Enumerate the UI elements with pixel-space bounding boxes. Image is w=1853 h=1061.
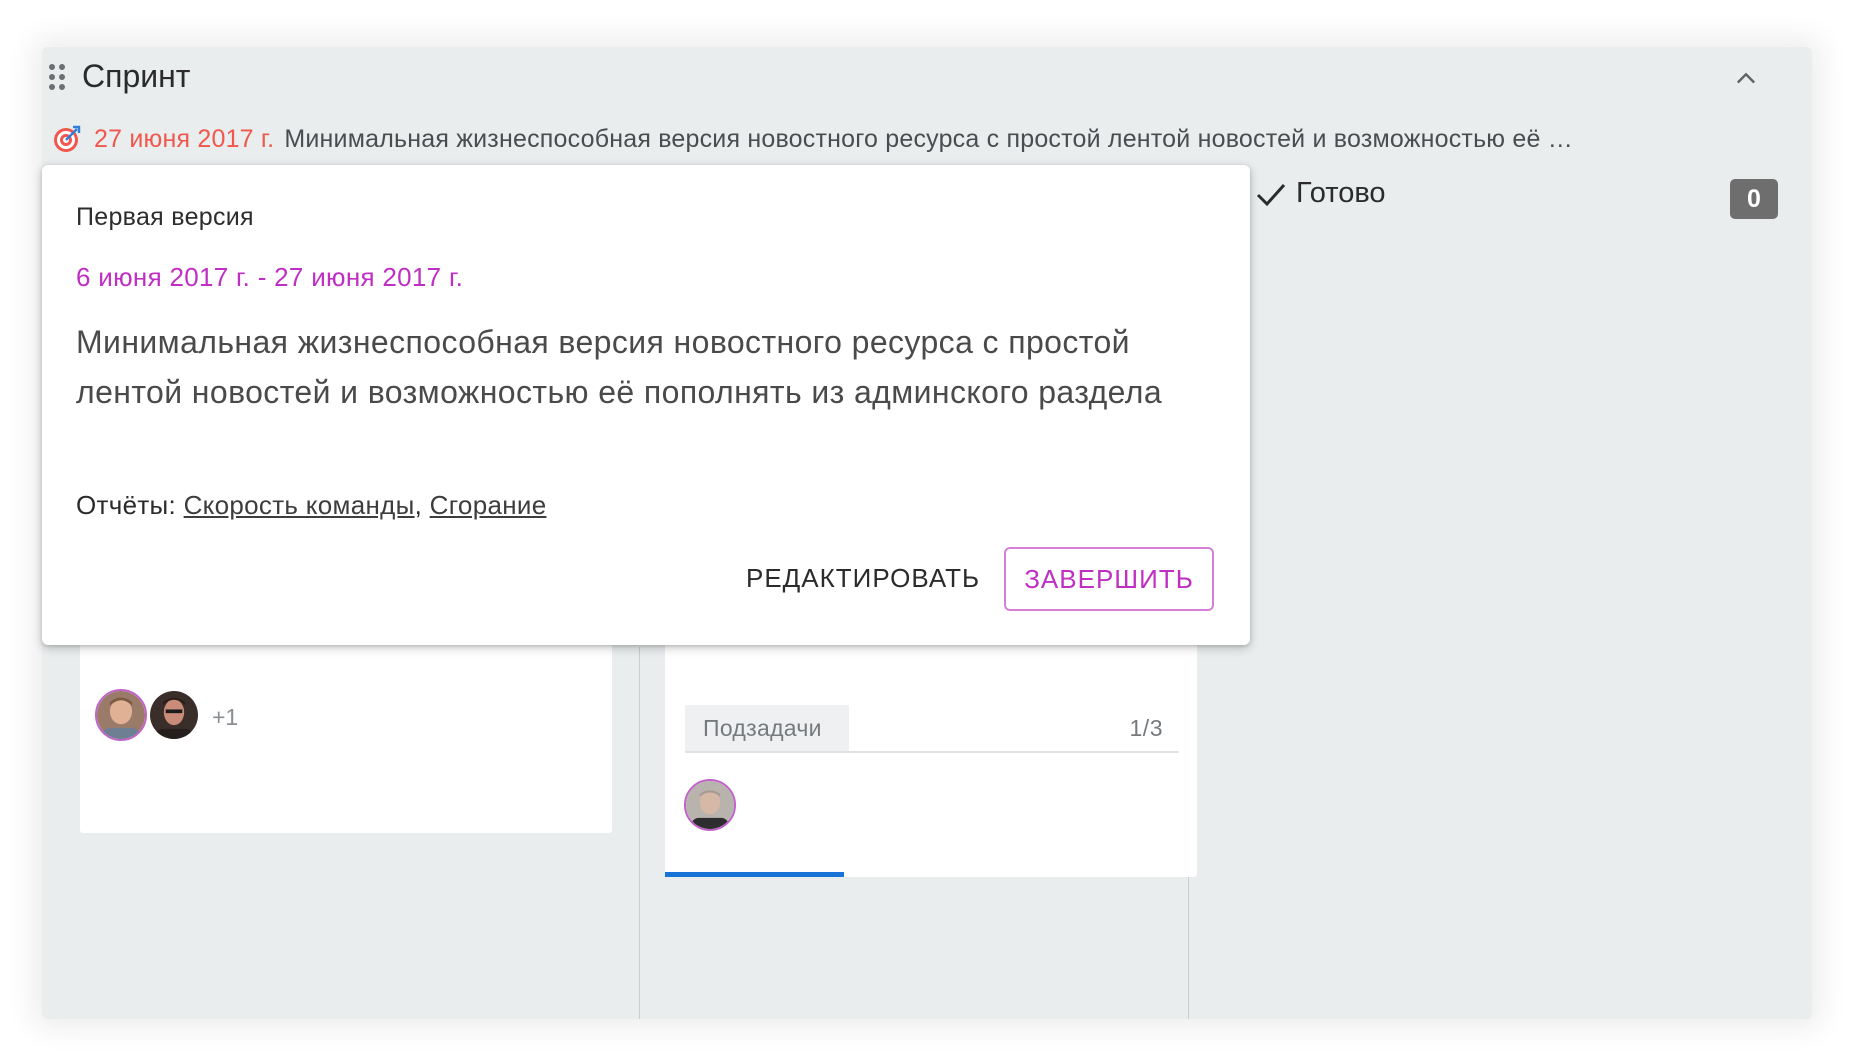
sprint-title: Спринт [82,58,191,94]
reports-label: Отчёты: [76,490,177,520]
avatar[interactable] [684,779,736,831]
sprint-goal-date: 27 июня 2017 г. [94,124,275,153]
task-progress-bar [665,872,844,877]
user-photo-icon [686,781,734,829]
sprint-header: Спринт [42,47,1812,107]
chevron-up-icon[interactable] [1732,65,1760,93]
column-title-done: Готово [1296,177,1386,209]
reports-line: Отчёты: Скорость команды, Сгорание [76,490,546,521]
sprint-goal-text: Минимальная жизнеспособная версия новост… [284,124,1573,153]
avatar[interactable] [148,689,200,741]
user-photo-icon [150,691,198,739]
column-header-done: Готово [1254,177,1386,210]
extra-assignees-count: +1 [212,704,239,730]
sprint-name: Первая версия [76,203,254,231]
report-link-burndown[interactable]: Сгорание [430,490,547,520]
sprint-description: Минимальная жизнеспособная версия новост… [76,324,1163,410]
subtasks-count: 1/3 [1129,715,1163,741]
user-photo-icon [97,691,145,739]
reports-separator: , [414,490,430,520]
column-divider [639,647,640,1019]
subtasks-divider [685,751,1179,753]
finish-sprint-button[interactable]: ЗАВЕРШИТЬ [1004,547,1214,611]
subtasks-tab[interactable]: Подзадачи [685,705,849,751]
edit-button[interactable]: РЕДАКТИРОВАТЬ [732,547,994,609]
sprint-dates: 6 июня 2017 г. - 27 июня 2017 г. [76,262,464,292]
sprint-goal: 27 июня 2017 г. Минимальная жизнеспособн… [52,119,1782,159]
check-icon [1256,183,1286,206]
column-count-badge: 0 [1730,179,1778,219]
drag-handle-icon[interactable] [49,64,67,92]
task-card[interactable]: Подзадачи 1/3 [665,607,1197,877]
avatar[interactable] [95,689,147,741]
target-icon [54,125,81,152]
report-link-velocity[interactable]: Скорость команды [184,490,415,520]
sprint-details-popover: Первая версия 6 июня 2017 г. - 27 июня 2… [42,165,1250,645]
